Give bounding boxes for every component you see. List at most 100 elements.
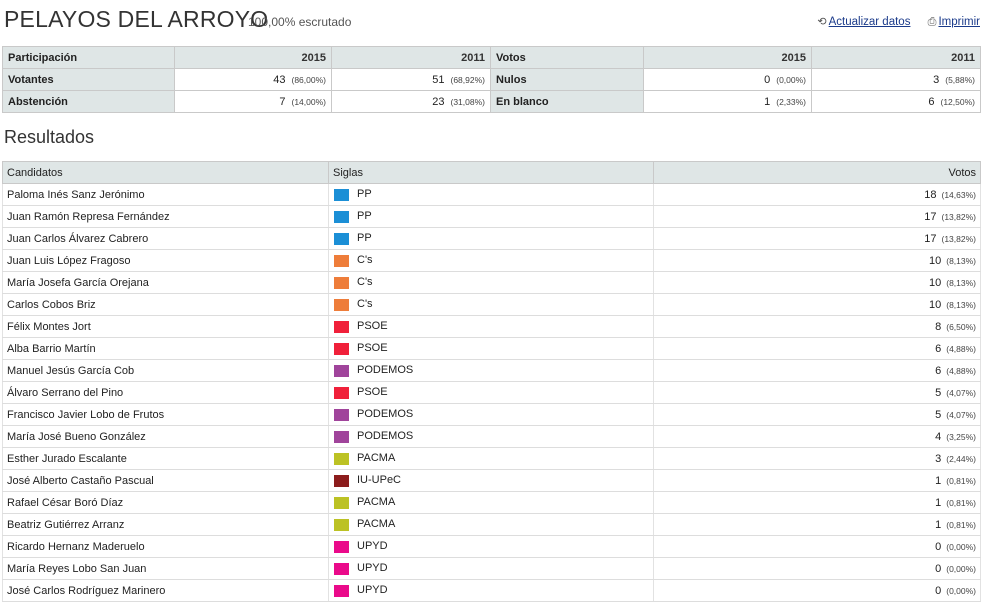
- party-color-swatch: [334, 364, 349, 377]
- votes-count: 10: [928, 298, 942, 311]
- candidate-name: José Alberto Castaño Pascual: [2, 469, 329, 492]
- party-color-swatch: [334, 320, 349, 333]
- party-abbrev: C's: [357, 276, 373, 289]
- votes-percent: (2,44%): [946, 453, 976, 464]
- participation-value: 7 (14,00%): [174, 90, 332, 113]
- votes-summary-value: 0 (0,00%): [643, 68, 812, 91]
- votes-count: 0: [935, 584, 942, 597]
- party-color-swatch: [334, 298, 349, 311]
- party-abbrev: PODEMOS: [357, 408, 414, 421]
- party-color-swatch: [334, 496, 349, 509]
- votes-summary-label: En blanco: [490, 90, 644, 113]
- votes-percent: (4,07%): [946, 409, 976, 420]
- party-cell: PSOE: [328, 337, 654, 360]
- table-row: Francisco Javier Lobo de Frutos PODEMOS 5 (…: [2, 403, 981, 426]
- scrutiny-status: 100,00% escrutado: [248, 15, 352, 29]
- candidate-name: Manuel Jesús García Cob: [2, 359, 329, 382]
- votes-cell: 17 (13,82%): [653, 205, 981, 228]
- party-abbrev: IU-UPeC: [357, 474, 402, 487]
- table-row: Alba Barrio Martín PSOE 6 (4,88%): [2, 337, 981, 360]
- votes-cell: 18 (14,63%): [653, 183, 981, 206]
- party-cell: UPYD: [328, 557, 654, 580]
- candidate-name: Juan Carlos Álvarez Cabrero: [2, 227, 329, 250]
- party-abbrev: PP: [357, 210, 372, 223]
- votes-cell: 5 (4,07%): [653, 403, 981, 426]
- party-color-swatch: [334, 518, 349, 531]
- votes-summary-year-old: 2011: [811, 46, 981, 69]
- party-abbrev: PACMA: [357, 496, 396, 509]
- party-abbrev: UPYD: [357, 584, 388, 597]
- votes-percent: (8,13%): [946, 255, 976, 266]
- votes-cell: 6 (4,88%): [653, 359, 981, 382]
- table-row: Esther Jurado Escalante PACMA 3 (2,44%): [2, 447, 981, 470]
- candidate-name: María José Bueno González: [2, 425, 329, 448]
- table-row: María Reyes Lobo San Juan UPYD 0 (0,00%): [2, 557, 981, 580]
- candidate-name: Juan Ramón Represa Fernández: [2, 205, 329, 228]
- candidate-name: Félix Montes Jort: [2, 315, 329, 338]
- summary-table: Participación 2015 2011 Votos 2015 2011 …: [2, 46, 981, 113]
- candidate-name: Carlos Cobos Briz: [2, 293, 329, 316]
- party-abbrev: PSOE: [357, 342, 388, 355]
- party-cell: UPYD: [328, 579, 654, 602]
- votes-percent: (0,00%): [946, 541, 976, 552]
- participation-year-old: 2011: [331, 46, 491, 69]
- participation-label: Abstención: [2, 90, 175, 113]
- print-label: Imprimir: [938, 16, 980, 28]
- table-row: Juan Ramón Represa Fernández PP 17 (13,82%): [2, 205, 981, 228]
- refresh-button[interactable]: ⟲ Actualizar datos: [817, 16, 910, 28]
- votes-percent: (0,81%): [946, 475, 976, 486]
- votes-percent: (0,81%): [946, 519, 976, 530]
- party-cell: C's: [328, 293, 654, 316]
- votes-percent: (13,82%): [941, 233, 977, 244]
- votes-summary-year-new: 2015: [643, 46, 812, 69]
- votes-count: 8: [935, 320, 942, 333]
- votes-summary-value: 3 (5,88%): [811, 68, 981, 91]
- print-button[interactable]: ⎙ Imprimir: [928, 16, 980, 28]
- votes-count: 1: [935, 518, 942, 531]
- votes-cell: 0 (0,00%): [653, 557, 981, 580]
- votes-count: 5: [935, 408, 942, 421]
- votes-count: 1: [935, 496, 942, 509]
- party-color-swatch: [334, 188, 349, 201]
- candidate-name: Ricardo Hernanz Maderuelo: [2, 535, 329, 558]
- votes-count: 1: [935, 474, 942, 487]
- table-row: Beatriz Gutiérrez Arranz PACMA 1 (0,81%): [2, 513, 981, 536]
- party-cell: C's: [328, 271, 654, 294]
- candidate-name: Esther Jurado Escalante: [2, 447, 329, 470]
- votes-cell: 5 (4,07%): [653, 381, 981, 404]
- votes-percent: (0,00%): [946, 585, 976, 596]
- table-row: Rafael César Boró Díaz PACMA 1 (0,81%): [2, 491, 981, 514]
- party-color-swatch: [334, 342, 349, 355]
- table-row: María José Bueno González PODEMOS 4 (3,25%): [2, 425, 981, 448]
- party-abbrev: C's: [357, 254, 373, 267]
- votes-summary-value: 6 (12,50%): [811, 90, 981, 113]
- col-party: Siglas: [328, 161, 654, 184]
- party-cell: PP: [328, 183, 654, 206]
- votes-percent: (13,82%): [941, 211, 977, 222]
- candidate-name: María Reyes Lobo San Juan: [2, 557, 329, 580]
- party-cell: PSOE: [328, 315, 654, 338]
- party-abbrev: PSOE: [357, 386, 388, 399]
- party-cell: PACMA: [328, 513, 654, 536]
- table-row: Juan Luis López Fragoso C's 10 (8,13%): [2, 249, 981, 272]
- votes-summary-label: Nulos: [490, 68, 644, 91]
- table-row: Manuel Jesús García Cob PODEMOS 6 (4,88%): [2, 359, 981, 382]
- votes-percent: (4,88%): [946, 365, 976, 376]
- votes-cell: 1 (0,81%): [653, 491, 981, 514]
- votes-cell: 0 (0,00%): [653, 535, 981, 558]
- party-cell: PP: [328, 205, 654, 228]
- table-row: José Alberto Castaño Pascual IU-UPeC 1 (0,8…: [2, 469, 981, 492]
- participation-value: 23 (31,08%): [331, 90, 491, 113]
- votes-percent: (8,13%): [946, 299, 976, 310]
- table-row: José Carlos Rodríguez Marinero UPYD 0 (0,00…: [2, 579, 981, 602]
- candidate-name: José Carlos Rodríguez Marinero: [2, 579, 329, 602]
- participation-year-new: 2015: [174, 46, 332, 69]
- party-cell: C's: [328, 249, 654, 272]
- table-row: Félix Montes Jort PSOE 8 (6,50%): [2, 315, 981, 338]
- results-body: Paloma Inés Sanz Jerónimo PP 18 (14,63%) Jua…: [2, 183, 981, 602]
- page-title: PELAYOS DEL ARROYO: [4, 6, 269, 32]
- party-abbrev: UPYD: [357, 562, 388, 575]
- party-abbrev: PACMA: [357, 452, 396, 465]
- candidate-name: María Josefa García Orejana: [2, 271, 329, 294]
- candidate-name: Beatriz Gutiérrez Arranz: [2, 513, 329, 536]
